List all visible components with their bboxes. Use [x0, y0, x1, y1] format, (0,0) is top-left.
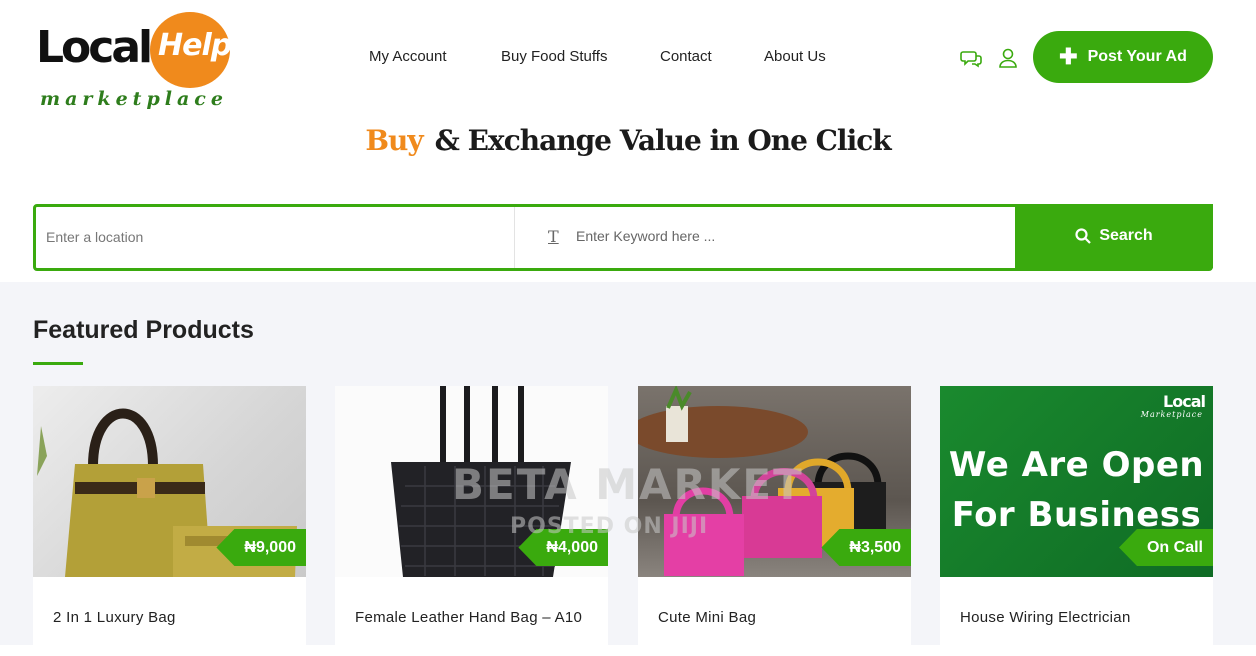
hero-headline: Buy & Exchange Value in One Click	[0, 124, 1256, 157]
nav-my-account[interactable]: My Account	[369, 48, 447, 65]
site-logo[interactable]: Local Help marketplace	[36, 12, 236, 112]
search-bar: Enter a location T Enter Keyword here ..…	[33, 204, 1213, 271]
watermark-sub: POSTED ON JIJI	[510, 514, 709, 539]
logo-tagline: marketplace	[40, 88, 228, 110]
nav-about-us[interactable]: About Us	[764, 48, 826, 65]
search-button[interactable]: Search	[1015, 204, 1213, 268]
title-underline	[33, 362, 83, 365]
location-input[interactable]: Enter a location	[46, 229, 143, 245]
post-ad-label: Post Your Ad	[1087, 48, 1187, 65]
price-tag: On Call	[1118, 529, 1213, 566]
mini-logo: Local	[1163, 392, 1206, 411]
post-ad-button[interactable]: ✚ Post Your Ad	[1033, 31, 1213, 83]
logo-help-text: Help	[158, 28, 232, 63]
text-icon: T	[548, 227, 559, 246]
price-tag: ₦9,000	[216, 529, 306, 566]
product-card[interactable]: ₦9,000 2 In 1 Luxury Bag	[33, 386, 306, 656]
search-button-label: Search	[1099, 227, 1153, 244]
search-icon	[1075, 228, 1092, 244]
headline-highlight: Buy	[365, 124, 423, 157]
logo-local-text: Local	[36, 22, 153, 73]
product-name[interactable]: Cute Mini Bag	[658, 609, 756, 626]
product-name[interactable]: House Wiring Electrician	[960, 609, 1131, 626]
chat-icon[interactable]	[960, 47, 982, 69]
search-divider	[514, 207, 515, 268]
nav-contact[interactable]: Contact	[660, 48, 712, 65]
price-tag: ₦3,500	[821, 529, 911, 566]
product-card[interactable]: Local Marketplace We Are Open For Busine…	[940, 386, 1213, 656]
site-header: Local Help marketplace My Account Buy Fo…	[0, 0, 1256, 118]
section-title: Featured Products	[33, 316, 254, 344]
plus-icon: ✚	[1059, 44, 1078, 69]
headline-rest: & Exchange Value in One Click	[434, 124, 892, 157]
product-name[interactable]: 2 In 1 Luxury Bag	[53, 609, 176, 626]
keyword-input[interactable]: Enter Keyword here ...	[576, 228, 715, 244]
product-name[interactable]: Female Leather Hand Bag – A10	[355, 609, 582, 626]
banner-text: We Are Open For Business	[940, 440, 1213, 540]
watermark: BETA MARKET	[452, 460, 804, 509]
user-icon[interactable]	[997, 47, 1019, 69]
nav-buy-food-stuffs[interactable]: Buy Food Stuffs	[501, 48, 607, 65]
mini-logo-tagline: Marketplace	[1140, 410, 1203, 419]
banner-line-1: We Are Open	[948, 445, 1205, 485]
